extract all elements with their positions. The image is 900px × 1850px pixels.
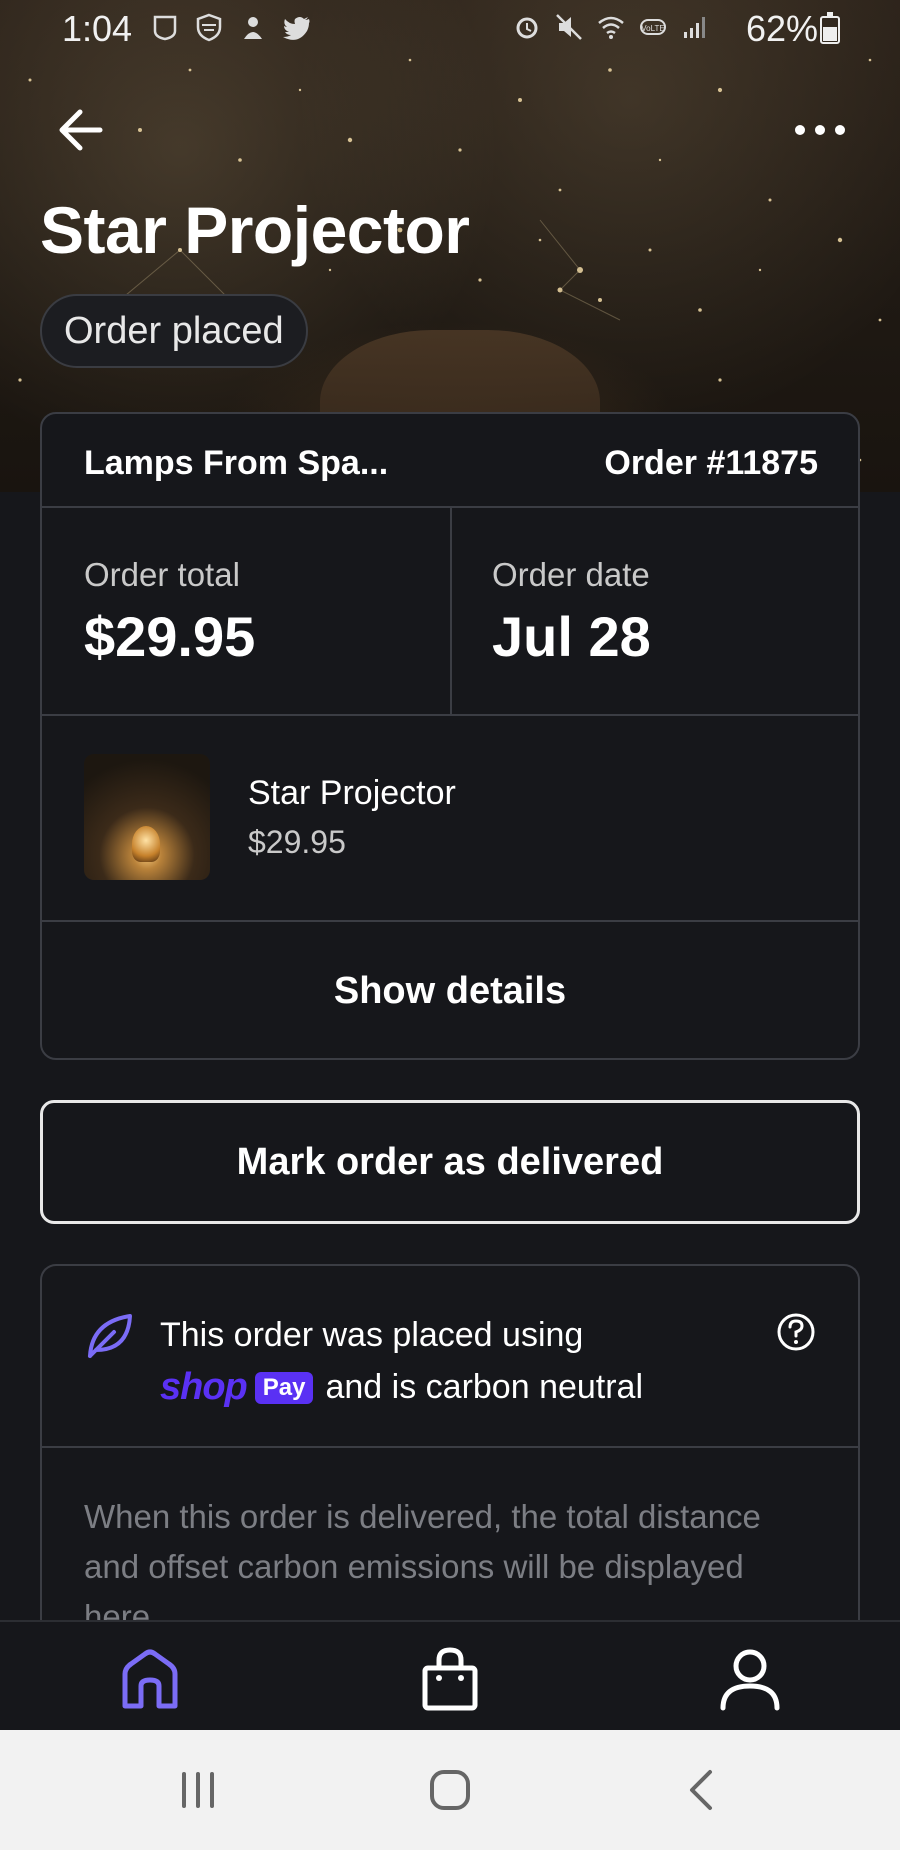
back-arrow-icon[interactable] — [52, 100, 112, 160]
status-time: 1:04 — [62, 8, 133, 49]
leaf-icon — [88, 1314, 132, 1358]
home-button-icon[interactable] — [420, 1760, 480, 1820]
system-navigation-bar — [0, 1730, 900, 1850]
divider — [42, 714, 858, 716]
order-date-value: Jul 28 — [492, 605, 651, 668]
order-date-label: Order date — [492, 556, 650, 593]
product-price: $29.95 — [248, 824, 346, 860]
alarm-icon — [516, 17, 538, 39]
show-details-button[interactable]: Show details — [42, 922, 858, 1058]
battery-icon — [820, 12, 840, 44]
order-summary-card: Lamps From Spa... Order #11875 Order tot… — [40, 412, 860, 1060]
product-name[interactable]: Star Projector — [248, 774, 456, 813]
home-icon[interactable] — [115, 1644, 185, 1714]
recent-apps-icon[interactable] — [168, 1760, 228, 1820]
store-name[interactable]: Lamps From Spa... — [84, 444, 388, 483]
order-total-label: Order total — [84, 556, 240, 593]
carbon-text: This order was placed using — [160, 1316, 584, 1354]
twitter-icon — [283, 17, 310, 40]
more-options-icon[interactable] — [790, 110, 850, 150]
carbon-neutral-text: and is carbon neutral — [325, 1368, 644, 1406]
mute-icon — [556, 14, 582, 40]
order-total-value: $29.95 — [84, 605, 256, 668]
divider — [42, 1446, 858, 1448]
profile-icon[interactable] — [715, 1644, 785, 1714]
shop-bag-icon[interactable] — [415, 1644, 485, 1714]
wifi-icon — [598, 16, 624, 39]
shop-pay-badge: Pay — [254, 1371, 314, 1404]
help-icon[interactable] — [776, 1312, 816, 1352]
status-bar: 1:04 VoLTE 62% — [0, 0, 900, 60]
back-nav-icon[interactable] — [672, 1760, 732, 1820]
carbon-neutral-card: This order was placed using shop Pay and… — [40, 1264, 860, 1664]
volte-icon: VoLTE — [640, 19, 666, 35]
shield-icon — [196, 13, 222, 42]
battery-percent: 62% — [746, 8, 819, 49]
order-number: Order #11875 — [604, 444, 818, 482]
bottom-tab-bar — [0, 1620, 900, 1730]
product-thumbnail[interactable] — [84, 754, 210, 880]
divider — [450, 508, 452, 716]
emoji-icon — [244, 17, 262, 39]
shop-logo: shop — [160, 1366, 248, 1408]
signal-icon — [684, 17, 705, 38]
svg-text:VoLTE: VoLTE — [641, 24, 664, 33]
order-status-badge: Order placed — [40, 294, 308, 368]
mark-delivered-button[interactable]: Mark order as delivered — [40, 1100, 860, 1224]
page-title: Star Projector — [40, 193, 470, 267]
nhl-icon — [153, 15, 177, 41]
carbon-text-line2: shop Pay and is carbon neutral — [160, 1366, 643, 1409]
